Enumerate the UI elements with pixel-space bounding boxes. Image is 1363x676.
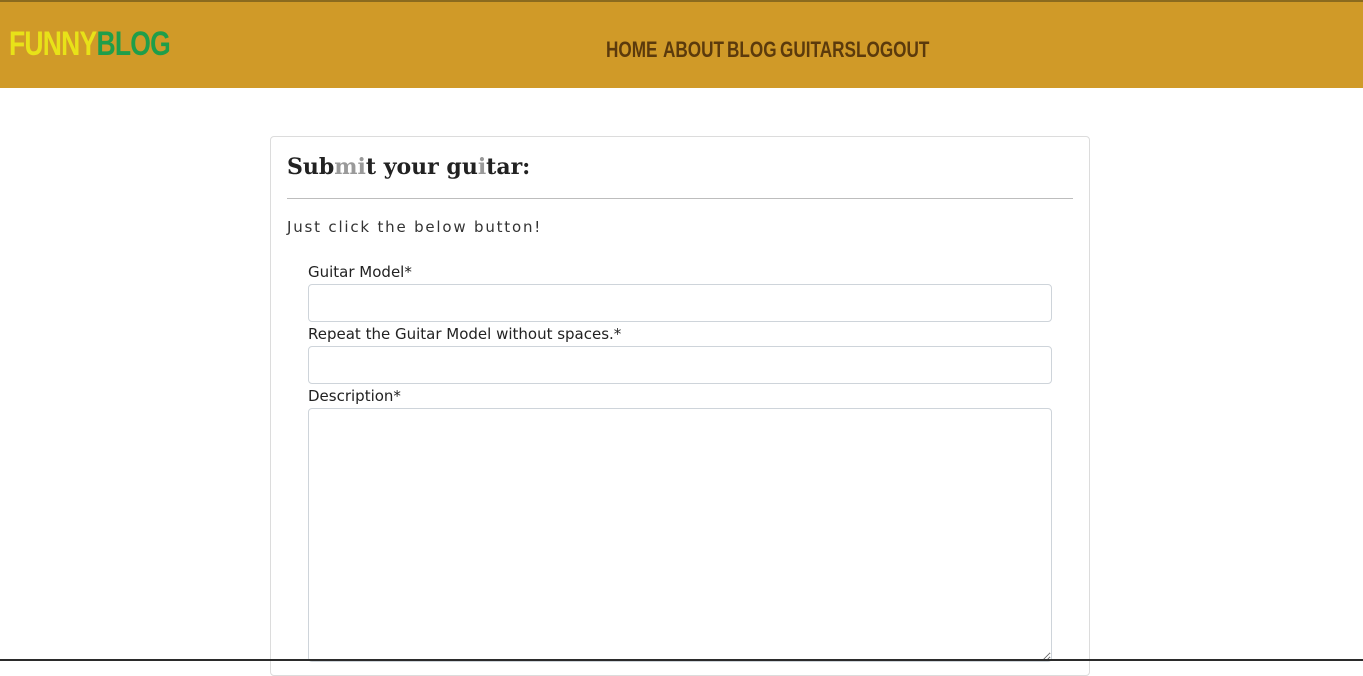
nav-link-logout[interactable]: Logout xyxy=(856,36,929,64)
main-nav: Home About Blog Guitars Logout xyxy=(606,36,929,64)
title-part: Sub xyxy=(287,154,335,180)
brand-logo[interactable]: FUNNYBLOG xyxy=(9,24,171,64)
submit-guitar-card: Submit your guitar: Just click the below… xyxy=(270,136,1090,676)
title-part-faded: mi xyxy=(334,154,366,180)
title-part-faded: i xyxy=(477,154,487,180)
title-part: tar: xyxy=(486,154,531,180)
brand-funny-text: FUNNY xyxy=(9,25,97,63)
nav-link-home[interactable]: Home xyxy=(606,36,657,64)
nav-link-about[interactable]: About xyxy=(663,36,724,64)
brand-blog-text: BLOG xyxy=(96,25,170,63)
guitar-slug-label: Repeat the Guitar Model without spaces.* xyxy=(308,325,622,343)
lead-text: Just click the below button! xyxy=(287,218,543,236)
navbar: FUNNYBLOG Home About Blog Guitars Logout xyxy=(0,2,1363,88)
title-part: t your gu xyxy=(365,154,478,180)
guitar-model-input[interactable] xyxy=(308,284,1052,322)
description-textarea[interactable] xyxy=(308,408,1052,662)
nav-link-blog[interactable]: Blog xyxy=(727,36,777,64)
title-divider xyxy=(287,198,1073,199)
guitar-model-label: Guitar Model* xyxy=(308,263,412,281)
card-title: Submit your guitar: xyxy=(287,153,530,181)
nav-link-guitars[interactable]: Guitars xyxy=(780,36,856,64)
description-label: Description* xyxy=(308,387,401,405)
guitar-slug-input[interactable] xyxy=(308,346,1052,384)
